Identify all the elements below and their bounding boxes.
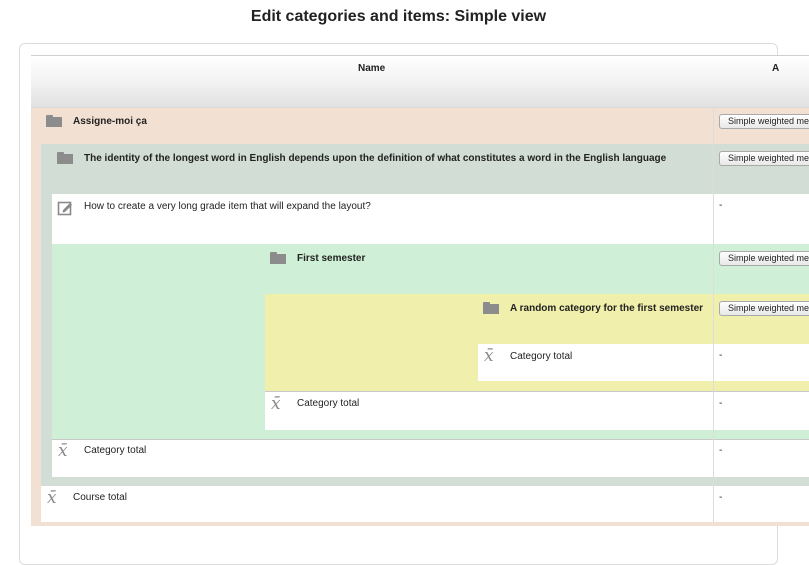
edit-item-icon [57,200,73,216]
aggregation-button[interactable]: Simple weighted mean of grades [719,151,809,166]
mean-x-bar-icon: x̄ [484,346,494,366]
aggregation-button[interactable]: Simple weighted mean of grades [719,301,809,316]
mean-x-bar-icon: x̄ [58,441,68,461]
item-value: - [719,200,723,211]
column-header-name[interactable]: Name [358,63,385,74]
category-name: A random category for the first semester [510,303,704,314]
folder-icon [270,252,286,264]
folder-icon [483,302,499,314]
total-value: - [719,398,723,409]
total-row-background [478,344,809,381]
mean-x-bar-icon: x̄ [47,488,57,508]
folder-icon [46,115,62,127]
folder-icon [57,152,73,164]
course-total-name: Course total [73,492,127,503]
column-header-actions: A [772,63,780,74]
course-total-row-background [41,486,809,522]
total-name: Category total [297,398,360,409]
total-row-background [265,391,809,430]
category-name: First semester [297,253,366,264]
mean-x-bar-icon: x̄ [271,394,281,414]
page-title: Edit categories and items: Simple view [250,8,547,25]
aggregation-button[interactable]: Simple weighted mean of grades [719,251,809,266]
total-name: Category total [84,445,147,456]
total-value: - [719,350,723,361]
table-header: Name A [31,55,809,108]
total-value: - [719,492,723,503]
category-name: Assigne-moi ça [73,116,147,127]
aggregation-button[interactable]: Simple weighted mean of grades [719,114,809,129]
grade-item-name[interactable]: How to create a very long grade item tha… [84,201,371,212]
total-value: - [719,445,723,456]
total-row-background [52,439,809,477]
column-divider [713,106,714,522]
category-name: The identity of the longest word in Engl… [84,153,667,164]
total-name: Category total [510,351,573,362]
